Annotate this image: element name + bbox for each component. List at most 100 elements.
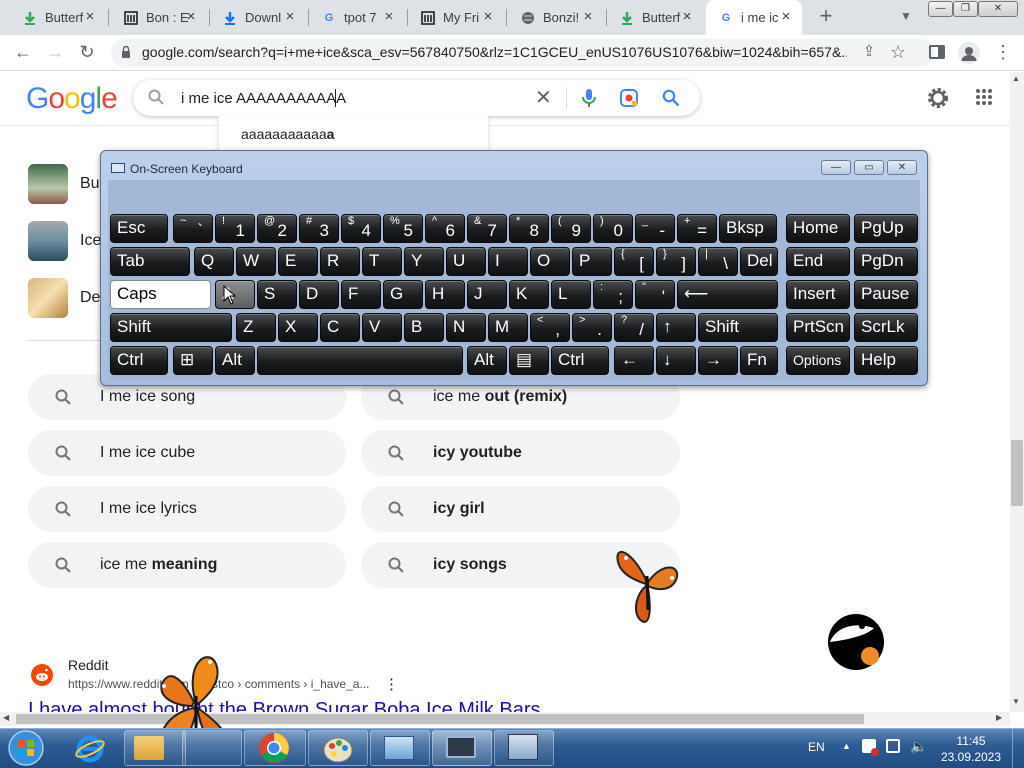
vertical-scroll-thumb[interactable]	[1011, 440, 1023, 506]
related-search-chip[interactable]: I me ice lyrics	[28, 486, 346, 532]
key-esc[interactable]: Esc	[110, 214, 168, 243]
result-site-name[interactable]: Reddit	[68, 657, 108, 673]
google-apps-icon[interactable]	[975, 88, 993, 106]
tab-6[interactable]: Butterf ×	[607, 0, 703, 35]
osk-minimize-button[interactable]: —	[821, 160, 851, 175]
key-u[interactable]: U	[446, 247, 486, 276]
key-t[interactable]: T	[362, 247, 402, 276]
show-desktop-button[interactable]	[1012, 729, 1024, 768]
side-panel-icon[interactable]	[929, 45, 945, 59]
key-h[interactable]: H	[425, 280, 465, 309]
action-center-icon[interactable]	[862, 739, 879, 756]
result-more-icon[interactable]: ⋮	[384, 675, 399, 693]
minimize-button[interactable]: —	[928, 1, 953, 17]
search-input[interactable]: i me ice AAAAAAAAAAA	[181, 90, 346, 107]
key-e[interactable]: E	[278, 247, 318, 276]
new-tab-icon[interactable]: +	[815, 5, 837, 28]
lock-icon[interactable]	[121, 45, 131, 59]
key-tab[interactable]: Tab	[110, 247, 190, 276]
side-thumbnail[interactable]	[28, 164, 68, 204]
key-x[interactable]: X	[278, 313, 318, 342]
key-r3k10[interactable]: ? /	[614, 313, 654, 342]
key-v[interactable]: V	[362, 313, 402, 342]
settings-gear-icon[interactable]	[926, 86, 950, 110]
tab-close-icon[interactable]: ×	[778, 9, 794, 25]
key-pgdn[interactable]: PgDn	[854, 247, 918, 276]
share-icon[interactable]: ⇪	[858, 42, 880, 64]
voice-search-icon[interactable]	[581, 88, 597, 108]
volume-muted-icon[interactable]: 🔈	[910, 738, 927, 755]
reload-icon[interactable]: ↻	[76, 42, 98, 64]
key-s[interactable]: S	[257, 280, 297, 309]
key-z[interactable]: Z	[236, 313, 276, 342]
key-6[interactable]: ^ 6	[425, 214, 465, 243]
key-m[interactable]: M	[488, 313, 528, 342]
key-7[interactable]: & 7	[467, 214, 507, 243]
key-r3k8[interactable]: <,	[530, 313, 570, 342]
key-r1k13[interactable]: | \	[698, 247, 738, 276]
related-search-chip[interactable]: icy girl	[361, 486, 680, 532]
search-submit-icon[interactable]	[662, 89, 680, 107]
key-r4k5[interactable]: ▤	[509, 346, 549, 375]
language-indicator[interactable]: EN	[808, 740, 825, 754]
related-search-chip[interactable]: icy youtube	[361, 430, 680, 476]
key-r4k9[interactable]: →	[698, 346, 738, 375]
tab-search-chevron-icon[interactable]: ▼	[895, 6, 917, 28]
reddit-logo-icon[interactable]	[31, 664, 53, 686]
key-insert[interactable]: Insert	[786, 280, 850, 309]
key-shift[interactable]: Shift	[698, 313, 778, 342]
key-ctrl[interactable]: Ctrl	[110, 346, 168, 375]
tab-5[interactable]: Bonzi! ×	[508, 0, 604, 35]
scroll-left-icon[interactable]: ◀	[3, 713, 9, 722]
tab-7[interactable]: Gi me ic ×	[706, 0, 802, 35]
key-r2k11[interactable]: " '	[635, 280, 675, 309]
key-options[interactable]: Options	[786, 346, 850, 375]
key-r3k9[interactable]: >.	[572, 313, 612, 342]
tab-close-icon[interactable]: ×	[82, 9, 98, 25]
key-r4k1[interactable]: ⊞	[173, 346, 213, 375]
side-item-label[interactable]: Bu	[80, 175, 100, 193]
browser-menu-icon[interactable]: ⋮	[992, 42, 1014, 64]
key-r0k13[interactable]: + =	[677, 214, 717, 243]
penguin-pet-icon[interactable]	[826, 612, 886, 672]
key-r2k10[interactable]: :;	[593, 280, 633, 309]
key-k[interactable]: K	[509, 280, 549, 309]
side-item-label[interactable]: Ice	[80, 232, 101, 250]
key-fn[interactable]: Fn	[740, 346, 778, 375]
key-o[interactable]: O	[530, 247, 570, 276]
internet-explorer-icon[interactable]	[74, 734, 106, 764]
tab-3[interactable]: Gtpot 7 ×	[309, 0, 405, 35]
side-thumbnail[interactable]	[28, 221, 68, 261]
system-clock[interactable]: 11:45 23.09.2023	[938, 733, 1004, 765]
key-w[interactable]: W	[236, 247, 276, 276]
key-i[interactable]: I	[488, 247, 528, 276]
key-1[interactable]: ! 1	[215, 214, 255, 243]
key-l[interactable]: L	[551, 280, 591, 309]
key-r1k11[interactable]: {[	[614, 247, 654, 276]
key-pgup[interactable]: PgUp	[854, 214, 918, 243]
tab-close-icon[interactable]: ×	[679, 9, 695, 25]
key-4[interactable]: $4	[341, 214, 381, 243]
side-thumbnail[interactable]	[28, 278, 68, 318]
key-bksp[interactable]: Bksp	[719, 214, 777, 243]
tab-close-icon[interactable]: ×	[480, 9, 496, 25]
google-logo[interactable]: Google	[26, 82, 118, 116]
start-button[interactable]	[6, 729, 46, 767]
show-hidden-icons[interactable]: ▲	[842, 741, 851, 751]
key-8[interactable]: * 8	[509, 214, 549, 243]
forward-icon[interactable]: →	[44, 42, 66, 64]
key-home[interactable]: Home	[786, 214, 850, 243]
tab-close-icon[interactable]: ×	[381, 9, 397, 25]
scroll-right-icon[interactable]: ▶	[996, 713, 1002, 722]
key-f[interactable]: F	[341, 280, 381, 309]
key-r0k1[interactable]: ~ `	[173, 214, 213, 243]
horizontal-scroll-thumb[interactable]	[16, 714, 864, 724]
key-shift[interactable]: Shift	[110, 313, 232, 342]
key-ctrl[interactable]: Ctrl	[551, 346, 609, 375]
restore-button[interactable]: ❐	[953, 1, 978, 17]
taskbar-butterfly-button[interactable]	[182, 730, 242, 766]
address-url[interactable]: google.com/search?q=i+me+ice&sca_esv=567…	[142, 44, 847, 60]
scroll-down-icon[interactable]: ▼	[1012, 697, 1020, 706]
key-caps[interactable]: Caps	[110, 280, 211, 309]
close-window-button[interactable]: ✕	[978, 1, 1018, 17]
